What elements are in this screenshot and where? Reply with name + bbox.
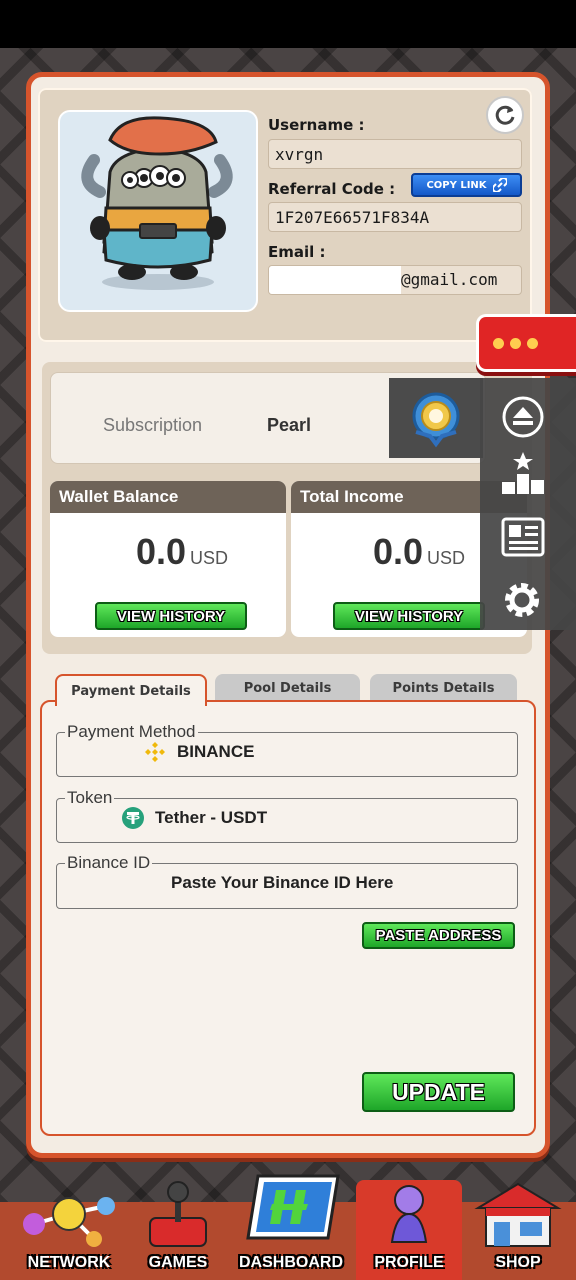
binance-id-row: Paste Your Binance ID Here xyxy=(57,873,517,893)
nav-network-label: NETWORK xyxy=(27,1254,111,1271)
upgrade-arrow-icon xyxy=(502,396,544,438)
leaderboard-icon xyxy=(502,452,544,494)
referral-code-field[interactable]: 1F207E66571F834A xyxy=(268,202,522,232)
gear-icon xyxy=(505,583,539,617)
binance-id-field[interactable]: Binance ID Paste Your Binance ID Here xyxy=(56,853,518,909)
wallet-view-history-button[interactable]: VIEW HISTORY xyxy=(95,602,247,630)
avatar[interactable] xyxy=(58,110,258,312)
email-label: Email : xyxy=(268,243,326,261)
binance-logo-icon xyxy=(145,742,165,762)
token-value-row: Tether - USDT xyxy=(57,806,517,830)
email-redaction xyxy=(269,266,401,294)
nav-games[interactable]: GAMES xyxy=(136,1180,220,1280)
payment-method-field[interactable]: Payment Method BINANCE xyxy=(56,722,518,777)
copy-link-label: COPY LINK xyxy=(426,179,487,191)
nav-shop-label: SHOP xyxy=(495,1254,541,1271)
newspaper-icon xyxy=(501,517,545,557)
nav-games-label: GAMES xyxy=(148,1254,208,1271)
total-income-amount: 0.0 USD xyxy=(373,531,465,573)
binance-id-placeholder: Paste Your Binance ID Here xyxy=(171,873,394,892)
payment-method-value-row: BINANCE xyxy=(57,740,517,764)
refresh-icon xyxy=(495,105,515,125)
income-amount-value: 0.0 xyxy=(373,531,424,572)
tab-points-details[interactable]: Points Details xyxy=(370,674,517,702)
token-value: Tether - USDT xyxy=(155,808,268,827)
joystick-icon xyxy=(149,1181,207,1247)
nav-shop[interactable]: SHOP xyxy=(468,1180,568,1280)
email-domain: @gmail.com xyxy=(401,270,498,289)
email-field[interactable]: @gmail.com xyxy=(268,265,522,295)
bottom-nav: NETWORK GAMES DASHBOARD PROFILE SHOP xyxy=(0,1174,576,1280)
update-button[interactable]: UPDATE xyxy=(362,1072,515,1112)
subscription-badge xyxy=(389,378,483,458)
refresh-button[interactable] xyxy=(486,96,524,134)
subscription-label: Subscription xyxy=(103,415,203,435)
upgrade-button[interactable] xyxy=(500,394,546,444)
more-menu-button[interactable] xyxy=(476,314,576,372)
username-label: Username : xyxy=(268,116,365,134)
income-amount-unit: USD xyxy=(427,548,466,568)
nav-dashboard[interactable]: DASHBOARD xyxy=(234,1174,348,1280)
status-bar xyxy=(0,0,576,48)
menu-dot xyxy=(527,337,538,349)
wallet-balance-title: Wallet Balance xyxy=(50,481,286,513)
copy-link-button[interactable]: COPY LINK xyxy=(411,173,522,197)
settings-button[interactable] xyxy=(500,578,544,626)
tab-pool-details[interactable]: Pool Details xyxy=(215,674,360,702)
pearl-badge-icon xyxy=(412,392,460,448)
subscription-value: Pearl xyxy=(267,415,312,435)
monster-avatar-icon xyxy=(81,116,233,290)
dashboard-logo-icon xyxy=(246,1174,340,1240)
referral-code-label: Referral Code : xyxy=(268,180,396,198)
payment-method-value: BINANCE xyxy=(177,742,255,761)
paste-address-button[interactable]: PASTE ADDRESS xyxy=(362,922,515,949)
link-icon xyxy=(492,178,507,192)
payment-method-legend: Payment Method xyxy=(67,722,196,741)
binance-id-legend: Binance ID xyxy=(67,853,151,872)
wallet-amount-unit: USD xyxy=(190,548,229,568)
nav-network[interactable]: NETWORK xyxy=(14,1180,124,1280)
network-icon xyxy=(23,1197,115,1247)
news-button[interactable] xyxy=(500,516,546,562)
menu-dot xyxy=(510,337,521,349)
wallet-balance-amount: 0.0 USD xyxy=(136,531,228,573)
tab-payment-details[interactable]: Payment Details xyxy=(55,674,207,706)
menu-dot xyxy=(493,337,504,349)
shop-icon xyxy=(474,1182,562,1247)
token-field[interactable]: Token Tether - USDT xyxy=(56,788,518,843)
username-field[interactable]: xvrgn xyxy=(268,139,522,169)
income-view-history-button[interactable]: VIEW HISTORY xyxy=(333,602,485,630)
tether-logo-icon xyxy=(122,807,144,829)
leaderboard-button[interactable] xyxy=(500,450,546,500)
token-legend: Token xyxy=(67,788,113,807)
wallet-amount-value: 0.0 xyxy=(136,531,187,572)
nav-profile[interactable]: PROFILE xyxy=(356,1180,462,1280)
nav-profile-label: PROFILE xyxy=(374,1254,444,1271)
profile-pawn-icon xyxy=(390,1185,428,1243)
nav-dashboard-label: DASHBOARD xyxy=(239,1254,343,1271)
